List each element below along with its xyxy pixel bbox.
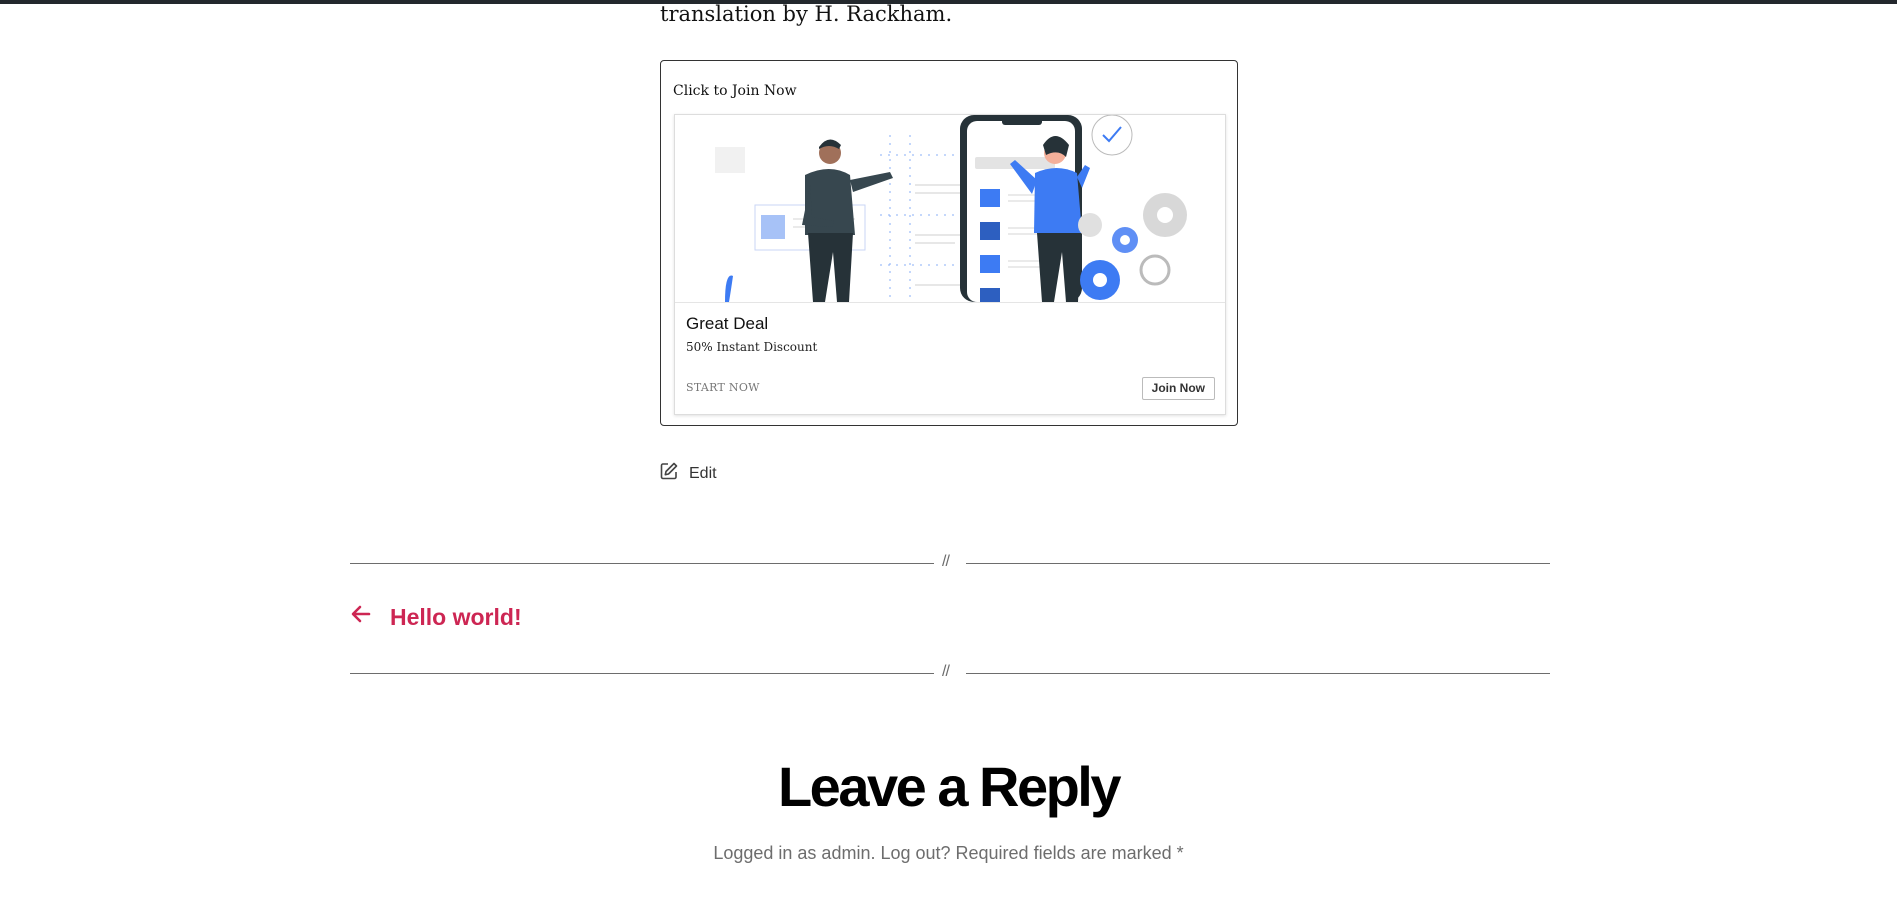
ad-cta-text: START NOW xyxy=(686,381,760,394)
ad-subtitle: 50% Instant Discount xyxy=(686,340,818,354)
ad-block: Click to Join Now Great Deal 50% Instant… xyxy=(660,60,1238,426)
previous-post-link[interactable]: Hello world! xyxy=(350,603,522,631)
ad-title: Great Deal xyxy=(686,314,769,333)
separator-mark: // xyxy=(942,663,950,680)
article-text: translation by H. Rackham. xyxy=(660,2,953,26)
separator: // xyxy=(350,663,1550,683)
logged-in-notice: Logged in as admin. Log out? Required fi… xyxy=(713,843,1184,863)
separator: // xyxy=(350,553,1550,573)
edit-link[interactable]: Edit xyxy=(659,461,717,486)
separator-mark: // xyxy=(942,553,950,570)
arrow-left-icon xyxy=(350,603,372,631)
edit-icon xyxy=(659,461,679,486)
previous-post-title: Hello world! xyxy=(390,603,522,630)
join-now-button[interactable]: Join Now xyxy=(1141,377,1215,400)
ad-card[interactable]: Great Deal 50% Instant Discount START NO… xyxy=(674,114,1226,415)
comments-title: Leave a Reply xyxy=(777,755,1122,818)
edit-label: Edit xyxy=(689,464,717,482)
ad-header: Click to Join Now xyxy=(673,83,797,99)
ad-illustration[interactable] xyxy=(675,115,1225,303)
